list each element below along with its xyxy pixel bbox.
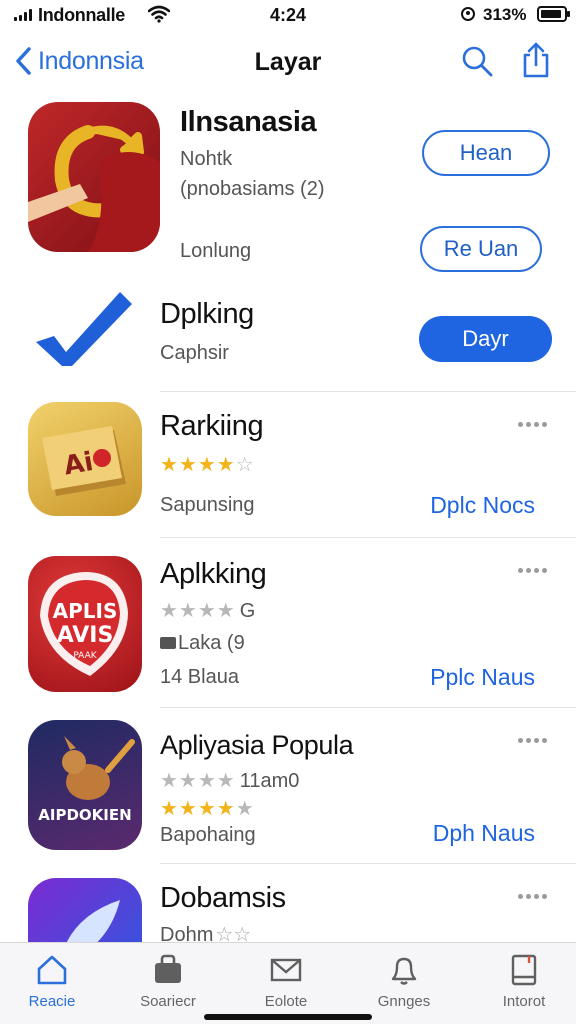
badge-icon <box>160 637 176 649</box>
app-name: Aplkking <box>160 558 267 590</box>
app-icon: APLIS AVIS PAAK <box>28 556 142 692</box>
tab-home[interactable]: Reacie <box>2 953 102 1010</box>
mail-icon <box>270 958 302 982</box>
app-icon: AIPDOKIEN <box>28 720 142 850</box>
more-options-icon[interactable] <box>518 422 552 432</box>
tab-label: Intorot <box>502 993 546 1010</box>
tab-label: Soariecr <box>140 993 196 1010</box>
icon-text: PAAK <box>73 651 97 661</box>
tab-label: Reacie <box>28 993 76 1010</box>
app-link[interactable]: Pplc Naus <box>430 664 535 691</box>
list-item[interactable]: Dobamsis Dohm ☆☆ <box>0 864 576 942</box>
app-subtitle: Bapohaing <box>160 824 256 846</box>
tab-label: Eolote <box>264 993 308 1010</box>
app-subtitle: Caphsir <box>160 342 229 364</box>
more-options-icon[interactable] <box>518 894 552 904</box>
tab-messages[interactable]: Eolote <box>236 953 336 1010</box>
star-rating: ★★★★ 11am0 <box>160 770 300 792</box>
app-subtitle: Dohm ☆☆ <box>160 924 252 942</box>
svg-text:Ai: Ai <box>62 447 96 482</box>
app-link[interactable]: Dplc Nocs <box>430 492 535 519</box>
tab-notifications[interactable]: Gnnges <box>354 953 454 1010</box>
app-name: Dobamsis <box>160 882 286 914</box>
list-item[interactable]: APLIS AVIS PAAK Aplkking ★★★★ G Laka (9 1… <box>0 538 576 708</box>
tab-label: Gnnges <box>377 993 431 1010</box>
share-icon[interactable] <box>519 41 553 79</box>
tab-profile[interactable]: Intorot <box>474 953 574 1010</box>
home-icon <box>37 955 67 985</box>
app-icon <box>28 102 160 252</box>
list-item[interactable]: Ai Rarkiing ★★★★☆ Sapunsing Dplc Nocs <box>0 392 576 538</box>
get-button[interactable]: Hean <box>422 130 550 176</box>
app-subtitle: Sapunsing <box>160 494 255 516</box>
bell-icon <box>391 957 417 985</box>
app-subtitle: Nohtk <box>180 148 233 170</box>
star-rating: ★★★★☆ <box>160 454 255 476</box>
search-icon[interactable] <box>460 44 494 78</box>
star-rating: ★★★★ G <box>160 600 256 622</box>
bag-icon <box>155 954 181 983</box>
tab-search[interactable]: Soariecr <box>118 953 218 1010</box>
tab-bar: Reacie Soariecr Eolote Gnnges Intorot <box>0 942 576 1024</box>
battery-icon <box>537 6 570 22</box>
app-name: Ilnsanasia <box>180 106 317 138</box>
reinstall-button[interactable]: Re Uan <box>420 226 542 272</box>
app-icon <box>28 878 142 942</box>
status-bar: Indonnalle 4:24 313% <box>0 0 576 32</box>
more-options-icon[interactable] <box>518 568 552 578</box>
icon-text: APLIS <box>53 599 118 623</box>
checkmark-icon <box>36 292 132 366</box>
navigation-bar: Indonnsia Layar <box>0 36 576 86</box>
app-link[interactable]: Dph Naus <box>433 820 535 847</box>
open-button[interactable]: Dayr <box>419 316 552 362</box>
app-category: Lonlung <box>180 240 252 262</box>
app-subtitle: Laka (9 <box>160 632 245 655</box>
app-detail: 14 Blaua <box>160 666 239 688</box>
list-item[interactable]: Dplking Caphsir Dayr <box>0 278 576 392</box>
home-indicator <box>204 1014 372 1020</box>
list-item[interactable]: AIPDOKIEN Apliyasia Popula ★★★★ 11am0 ★★★… <box>0 708 576 864</box>
orientation-lock-icon <box>461 7 475 21</box>
app-detail: (pnobasiams (2) <box>180 178 325 200</box>
book-icon <box>511 954 537 986</box>
battery-percent: 313% <box>483 5 527 24</box>
icon-text: AIPDOKIEN <box>38 806 131 824</box>
app-icon: Ai <box>28 402 142 516</box>
star-rating-secondary: ★★★★★ <box>160 798 255 820</box>
icon-text: AVIS <box>57 623 114 648</box>
app-name: Apliyasia Popula <box>160 730 354 760</box>
more-options-icon[interactable] <box>518 738 552 748</box>
app-name: Dplking <box>160 298 254 330</box>
app-name: Rarkiing <box>160 410 264 442</box>
list-item[interactable]: Ilnsanasia Nohtk (pnobasiams (2) Lonlung… <box>0 98 576 278</box>
